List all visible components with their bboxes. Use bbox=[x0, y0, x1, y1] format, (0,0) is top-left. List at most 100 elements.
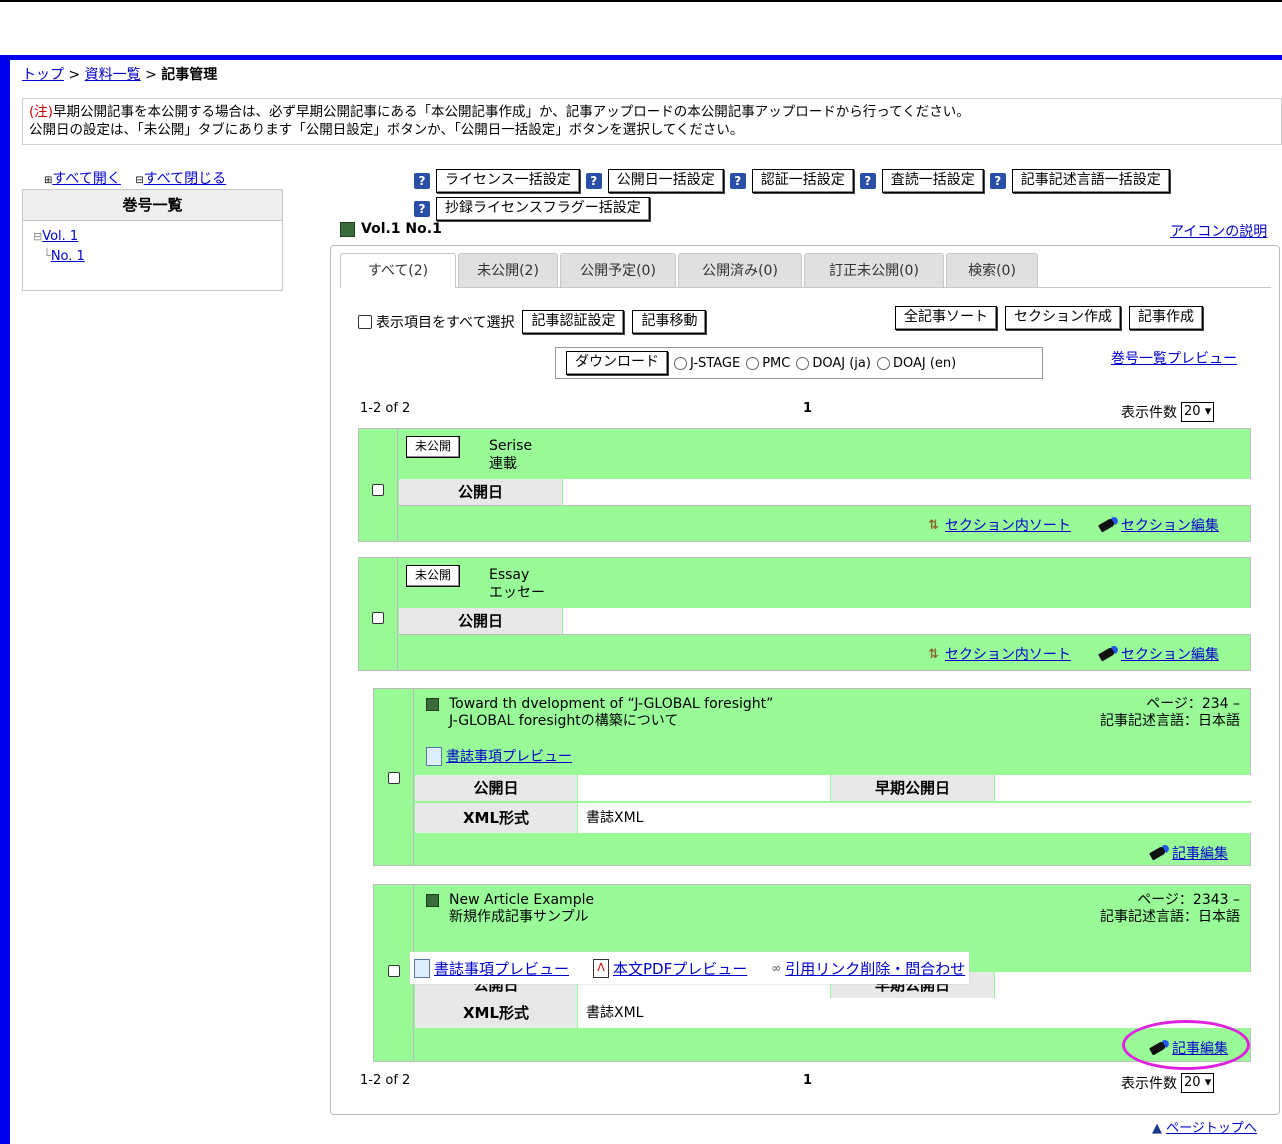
article-edit-link[interactable]: 記事編集 bbox=[1172, 843, 1228, 863]
breadcrumb: トップ > 資料一覧 > 記事管理 bbox=[22, 64, 217, 84]
section-sort-link[interactable]: セクション内ソート bbox=[945, 644, 1071, 664]
notice-line-2: 公開日の設定は、「未公開」タブにあります「公開日設定」ボタンか、「公開日一括設定… bbox=[29, 122, 744, 138]
per-page-label: 表示件数 bbox=[1121, 405, 1177, 421]
tree-branch-icon: └ bbox=[43, 249, 51, 264]
sort-all-button[interactable]: 全記事ソート bbox=[895, 306, 997, 330]
download-box: ダウンロード J-STAGE PMC DOAJ (ja) DOAJ (en) bbox=[555, 347, 1043, 379]
help-icon[interactable]: ? bbox=[414, 201, 430, 217]
select-all-checkbox[interactable] bbox=[358, 315, 372, 329]
issue-list-title: 巻号一覧 bbox=[23, 190, 282, 221]
pencil-icon bbox=[1149, 845, 1167, 861]
tree-no-link[interactable]: No. 1 bbox=[51, 249, 85, 264]
section-name-ja: 連載 bbox=[489, 456, 517, 472]
per-page-select[interactable]: 20 ▾ bbox=[1181, 1073, 1215, 1093]
article-title-en: New Article Example bbox=[449, 892, 595, 908]
xml-format-label: XML形式 bbox=[415, 998, 577, 1028]
article-status-icon bbox=[426, 698, 439, 711]
format-radio[interactable] bbox=[746, 356, 760, 370]
biblio-preview-link[interactable]: 書誌事項プレビュー bbox=[434, 958, 569, 979]
create-section-button[interactable]: セクション作成 bbox=[1005, 306, 1121, 330]
article-language: 記事記述言語：日本語 bbox=[1100, 713, 1240, 729]
document-icon bbox=[414, 958, 430, 978]
article-page: ページ：234 – bbox=[1146, 696, 1240, 712]
page-top-link[interactable]: ページトップへ bbox=[1166, 1121, 1257, 1136]
tab-unpublished[interactable]: 未公開(2) bbox=[458, 253, 558, 287]
page-number[interactable]: 1 bbox=[803, 1073, 812, 1088]
tab-correction-unpublished[interactable]: 訂正未公開(0) bbox=[804, 253, 944, 287]
section-sort-link[interactable]: セクション内ソート bbox=[945, 515, 1071, 535]
icon-legend-link[interactable]: アイコンの説明 bbox=[1170, 221, 1267, 241]
help-icon[interactable]: ? bbox=[859, 173, 876, 189]
help-icon[interactable]: ? bbox=[729, 173, 746, 189]
section-name-en: Essay bbox=[489, 567, 530, 583]
article-checkbox[interactable] bbox=[388, 965, 400, 977]
early-pubdate-label: 早期公開日 bbox=[831, 775, 994, 801]
section-checkbox[interactable] bbox=[372, 484, 384, 496]
pencil-icon bbox=[1097, 517, 1116, 533]
tree-collapse-icon[interactable]: ⊟ bbox=[33, 230, 42, 243]
notice-line-1: 早期公開記事を本公開する場合は、必ず早期公開記事にある「本公開記事作成」か、記事… bbox=[53, 104, 970, 120]
article-status-icon bbox=[426, 894, 439, 907]
volume-icon bbox=[340, 221, 355, 237]
divider bbox=[399, 505, 1251, 506]
create-article-button[interactable]: 記事作成 bbox=[1129, 306, 1203, 330]
pencil-icon bbox=[1097, 646, 1116, 662]
format-radio[interactable] bbox=[876, 356, 890, 370]
format-radio[interactable] bbox=[796, 356, 810, 370]
section-status: 未公開 bbox=[406, 436, 461, 458]
breadcrumb-list-link[interactable]: 資料一覧 bbox=[85, 67, 141, 83]
tab-published[interactable]: 公開済み(0) bbox=[678, 253, 802, 287]
section-edit-link[interactable]: セクション編集 bbox=[1121, 515, 1219, 535]
section-links: ⇅ セクション内ソート セクション編集 bbox=[928, 644, 1219, 664]
download-button[interactable]: ダウンロード bbox=[566, 351, 668, 375]
expand-all-link[interactable]: すべて開く bbox=[52, 171, 120, 187]
help-icon[interactable]: ? bbox=[414, 173, 430, 189]
pdf-preview-link[interactable]: 本文PDFプレビュー bbox=[613, 958, 747, 979]
collapse-all-link[interactable]: すべて閉じる bbox=[144, 171, 226, 187]
collapse-icon: ⊟ bbox=[135, 175, 144, 186]
section-checkbox[interactable] bbox=[372, 612, 384, 624]
article-title: New Article Example 新規作成記事サンプル bbox=[449, 892, 594, 926]
citation-link[interactable]: 引用リンク削除・問合わせ bbox=[785, 958, 965, 979]
auth-bulk-button[interactable]: 認証一括設定 bbox=[751, 169, 854, 193]
article-checkbox[interactable] bbox=[388, 772, 400, 784]
abstract-license-bulk-button[interactable]: 抄録ライセンスフラグー括設定 bbox=[436, 197, 650, 221]
section-title: Essay エッセー bbox=[489, 566, 545, 602]
format-label: PMC bbox=[762, 355, 791, 371]
early-pubdate-value bbox=[995, 775, 1251, 801]
section-name-en: Serise bbox=[489, 438, 533, 454]
per-page-control: 表示件数 20 ▾ bbox=[1121, 402, 1215, 422]
format-label: DOAJ (ja) bbox=[812, 355, 871, 371]
tab-divider bbox=[340, 287, 1271, 288]
notice-prefix: (注) bbox=[29, 104, 54, 120]
tree-vol-link[interactable]: Vol. 1 bbox=[42, 229, 78, 244]
tab-all[interactable]: すべて(2) bbox=[340, 253, 456, 288]
breadcrumb-top-link[interactable]: トップ bbox=[22, 67, 64, 83]
per-page-control: 表示件数 20 ▾ bbox=[1121, 1073, 1215, 1093]
bulk-toolbar-row-2: ? 抄録ライセンスフラグー括設定 bbox=[414, 197, 650, 221]
help-icon[interactable]: ? bbox=[989, 173, 1006, 189]
page-number[interactable]: 1 bbox=[803, 401, 812, 416]
issue-preview-link[interactable]: 巻号一覧プレビュー bbox=[1111, 348, 1237, 368]
tab-scheduled[interactable]: 公開予定(0) bbox=[560, 253, 676, 287]
article-move-button[interactable]: 記事移動 bbox=[632, 310, 707, 334]
triangle-up-icon: ▲ bbox=[1152, 1121, 1162, 1136]
per-page-select[interactable]: 20 ▾ bbox=[1181, 402, 1215, 422]
article-title-en: Toward th dvelopment of “J-GLOBAL foresi… bbox=[449, 696, 774, 712]
biblio-preview-link[interactable]: 書誌事項プレビュー bbox=[446, 746, 572, 766]
pubdate-label: 公開日 bbox=[399, 479, 562, 505]
section-edit-link[interactable]: セクション編集 bbox=[1121, 644, 1219, 664]
section-title: Serise 連載 bbox=[489, 437, 532, 473]
section-links: ⇅ セクション内ソート セクション編集 bbox=[928, 515, 1219, 535]
tab-search[interactable]: 検索(0) bbox=[946, 253, 1038, 287]
format-radio[interactable] bbox=[674, 356, 687, 370]
help-icon[interactable]: ? bbox=[585, 173, 602, 189]
link-icon: ∞ bbox=[771, 961, 782, 975]
article-auth-button[interactable]: 記事認証設定 bbox=[522, 310, 625, 334]
top-divider bbox=[0, 0, 1282, 2]
article-page: ページ：2343 – bbox=[1137, 892, 1240, 908]
pubdate-bulk-button[interactable]: 公開日一括設定 bbox=[607, 169, 724, 193]
review-bulk-button[interactable]: 査読一括設定 bbox=[881, 169, 984, 193]
language-bulk-button[interactable]: 記事記述言語一括設定 bbox=[1011, 169, 1170, 193]
license-bulk-button[interactable]: ライセンス一括設定 bbox=[436, 169, 580, 193]
